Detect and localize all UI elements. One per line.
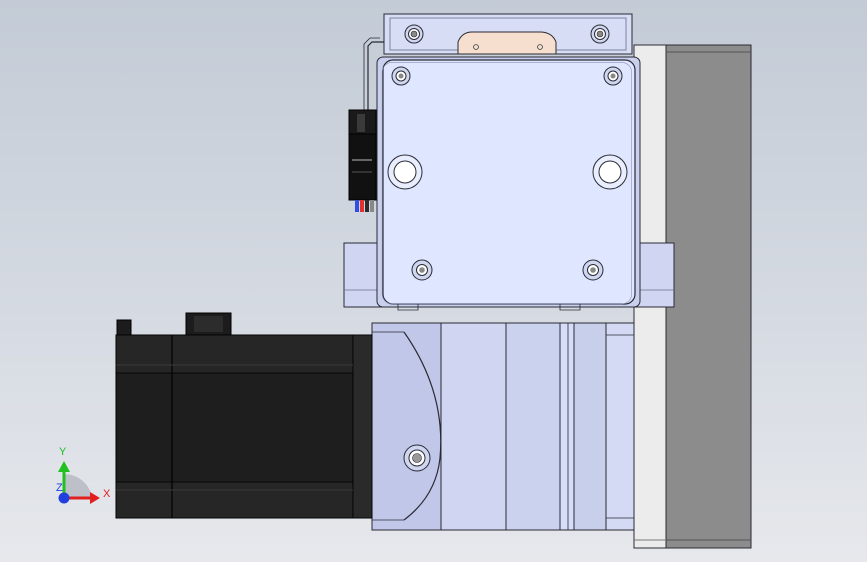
y-axis-label: Y bbox=[59, 446, 67, 458]
z-axis-dot bbox=[58, 492, 70, 504]
servo-motor bbox=[115, 312, 373, 519]
plate-bolt-top-right bbox=[603, 66, 623, 86]
gearbox-flange bbox=[371, 322, 442, 531]
top-label-plate bbox=[457, 31, 557, 55]
coordinate-triad: X Y Z bbox=[56, 446, 111, 504]
top-left-bolt bbox=[404, 24, 424, 44]
limit-sensor bbox=[348, 109, 377, 212]
cad-model-view: X Y Z bbox=[56, 13, 752, 549]
flange-bolt bbox=[403, 444, 431, 472]
rail-gray-face bbox=[665, 44, 752, 549]
motor-small-tab bbox=[116, 319, 132, 337]
motor-mount-plate bbox=[376, 56, 641, 311]
plate-hole-mid-right bbox=[592, 154, 628, 190]
plate-bolt-top-left bbox=[391, 66, 411, 86]
top-right-bolt bbox=[590, 24, 610, 44]
triad-rotation-arc bbox=[64, 473, 92, 498]
plate-bolt-bottom-left bbox=[411, 259, 433, 281]
plate-hole-mid-left bbox=[387, 154, 423, 190]
gearbox-assembly bbox=[371, 322, 635, 531]
top-clamp-block bbox=[383, 13, 633, 55]
plate-bolt-bottom-right bbox=[582, 259, 604, 281]
x-axis-label: X bbox=[103, 488, 111, 500]
z-axis-label: Z bbox=[56, 482, 63, 494]
cad-viewport[interactable]: X Y Z bbox=[0, 0, 867, 562]
